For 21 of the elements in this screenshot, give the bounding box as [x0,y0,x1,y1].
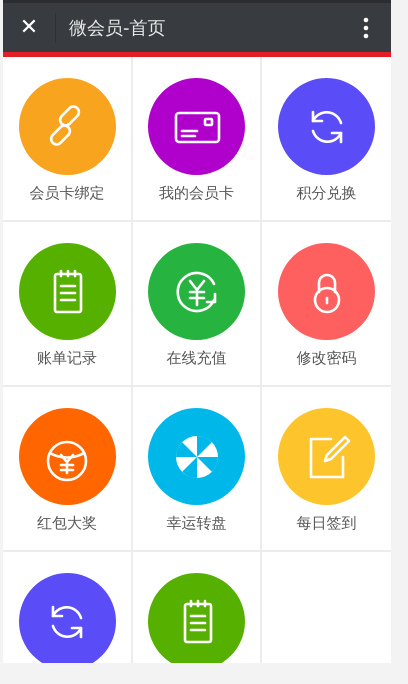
menu-label: 幸运转盘 [166,514,226,533]
menu-label: 账单记录 [37,349,97,368]
close-button[interactable]: ✕ [3,15,55,40]
menu-label: 每日签到 [296,514,356,533]
menu-tile[interactable]: 积分兑换 [262,57,391,222]
menu-label: 会员卡绑定 [30,184,104,203]
menu-tile[interactable]: 账单记录 [3,222,133,387]
menu-tile[interactable]: 每日签到 [262,387,391,552]
page-title: 微会员-首页 [69,16,166,40]
more-icon[interactable] [363,16,369,38]
menu-tile[interactable]: 会员卡绑定 [3,57,133,222]
menu-label: 在线充值 [166,349,226,368]
menu-tile[interactable]: 我的会员卡 [133,57,262,222]
menu-tile[interactable]: 在线充值 [133,222,262,387]
menu-label: 我的会员卡 [159,184,234,203]
menu-tile[interactable]: 修改密码 [262,222,391,387]
menu-tile[interactable]: 幸运转盘 [133,387,262,552]
menu-label: 红包大奖 [37,514,97,533]
menu-label: 积分兑换 [296,184,356,203]
menu-tile[interactable]: 红包大奖 [3,387,133,552]
menu-label: 修改密码 [296,349,356,368]
